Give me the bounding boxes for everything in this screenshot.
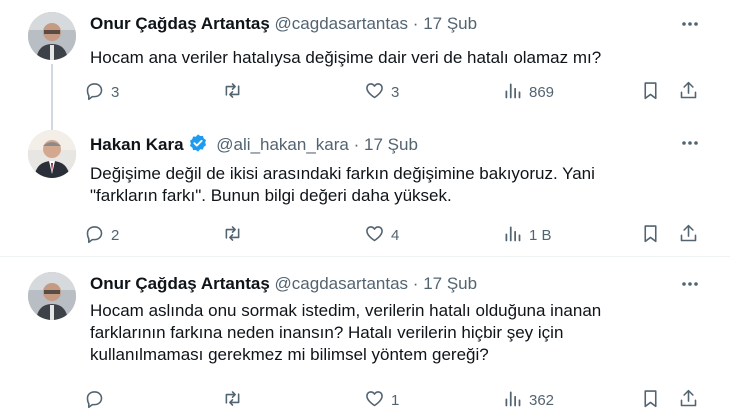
reply-icon [84, 388, 105, 413]
action-bar: 1 362 [84, 388, 704, 412]
like-count: 3 [391, 83, 400, 101]
action-bar: 2 4 1 B [84, 223, 704, 247]
tweet-header: Onur Çağdaş Artantaş @cagdasartantas · 1… [90, 274, 477, 294]
reply-count: 3 [111, 83, 120, 101]
tweet-date[interactable]: 17 Şub [423, 14, 477, 33]
tweet-text-line: farklarının farkına neden inansın? Hatal… [90, 323, 564, 342]
bookmark-button[interactable] [640, 223, 661, 247]
heart-icon [364, 80, 385, 105]
separator: · [353, 135, 360, 154]
action-bar: 3 3 869 [84, 80, 704, 104]
tweet-text: Hocam ana veriler hatalıysa değişime dai… [90, 47, 690, 69]
retweet-button[interactable] [222, 388, 249, 412]
like-count: 1 [391, 391, 400, 409]
reply-icon [84, 223, 105, 248]
views-icon [502, 223, 523, 248]
tweet-2[interactable]: Hakan Kara @ali_hakan_kara · 17 Şub Deği… [0, 130, 730, 256]
avatar[interactable] [28, 12, 76, 60]
share-icon [678, 80, 699, 105]
tweet-date[interactable]: 17 Şub [364, 135, 418, 154]
tweet-text: Değişime değil de ikisi arasındaki farkı… [90, 163, 690, 207]
reply-button[interactable]: 3 [84, 80, 119, 104]
tweet-text-line: Hocam aslında onu sormak istedim, verile… [90, 301, 602, 320]
bookmark-icon [640, 223, 661, 248]
author-handle[interactable]: @ali_hakan_kara [216, 135, 349, 154]
separator: · [412, 274, 419, 293]
tweet-text-line: Değişime değil de ikisi arasındaki farkı… [90, 164, 595, 183]
tweet-1[interactable]: Onur Çağdaş Artantaş @cagdasartantas · 1… [0, 0, 730, 130]
more-icon[interactable] [680, 274, 700, 294]
verified-badge-icon [188, 133, 208, 158]
thread-line [51, 64, 53, 130]
more-icon[interactable] [680, 14, 700, 34]
reply-button[interactable] [84, 388, 111, 412]
reply-icon [84, 80, 105, 105]
tweet-header: Hakan Kara @ali_hakan_kara · 17 Şub [90, 133, 418, 158]
bookmark-icon [640, 80, 661, 105]
views-icon [502, 80, 523, 105]
retweet-icon [222, 388, 243, 413]
tweet-3[interactable]: Onur Çağdaş Artantaş @cagdasartantas · 1… [0, 257, 730, 420]
author-name[interactable]: Onur Çağdaş Artantaş [90, 274, 270, 293]
views-count: 1 B [529, 226, 552, 244]
tweet-text-line: Hocam ana veriler hatalıysa değişime dai… [90, 48, 602, 67]
like-button[interactable]: 4 [364, 223, 399, 247]
views-button[interactable]: 869 [502, 80, 554, 104]
like-count: 4 [391, 226, 400, 244]
share-button[interactable] [678, 388, 699, 412]
avatar[interactable] [28, 272, 76, 320]
author-handle[interactable]: @cagdasartantas [275, 14, 409, 33]
reply-button[interactable]: 2 [84, 223, 119, 247]
views-count: 362 [529, 391, 555, 409]
separator: · [412, 14, 419, 33]
like-button[interactable]: 3 [364, 80, 399, 104]
like-button[interactable]: 1 [364, 388, 399, 412]
author-name[interactable]: Hakan Kara [90, 135, 184, 154]
tweet-header: Onur Çağdaş Artantaş @cagdasartantas · 1… [90, 14, 477, 34]
retweet-button[interactable] [222, 223, 249, 247]
heart-icon [364, 388, 385, 413]
views-button[interactable]: 1 B [502, 223, 552, 247]
views-count: 869 [529, 83, 555, 101]
heart-icon [364, 223, 385, 248]
author-name[interactable]: Onur Çağdaş Artantaş [90, 14, 270, 33]
more-icon[interactable] [680, 133, 700, 153]
bookmark-button[interactable] [640, 80, 661, 104]
avatar[interactable] [28, 130, 76, 178]
share-button[interactable] [678, 223, 699, 247]
retweet-button[interactable] [222, 80, 249, 104]
bookmark-icon [640, 388, 661, 413]
share-icon [678, 223, 699, 248]
tweet-text-line: "farkların farkı". Bunun bilgi değeri da… [90, 186, 452, 205]
views-icon [502, 388, 523, 413]
views-button[interactable]: 362 [502, 388, 554, 412]
tweet-text-line: kullanılmaması gerekmez mi bilimsel yönt… [90, 345, 489, 364]
share-icon [678, 388, 699, 413]
reply-count: 2 [111, 226, 120, 244]
tweet-text: Hocam aslında onu sormak istedim, verile… [90, 300, 690, 366]
tweet-date[interactable]: 17 Şub [423, 274, 477, 293]
bookmark-button[interactable] [640, 388, 661, 412]
share-button[interactable] [678, 80, 699, 104]
retweet-icon [222, 80, 243, 105]
retweet-icon [222, 223, 243, 248]
author-handle[interactable]: @cagdasartantas [275, 274, 409, 293]
